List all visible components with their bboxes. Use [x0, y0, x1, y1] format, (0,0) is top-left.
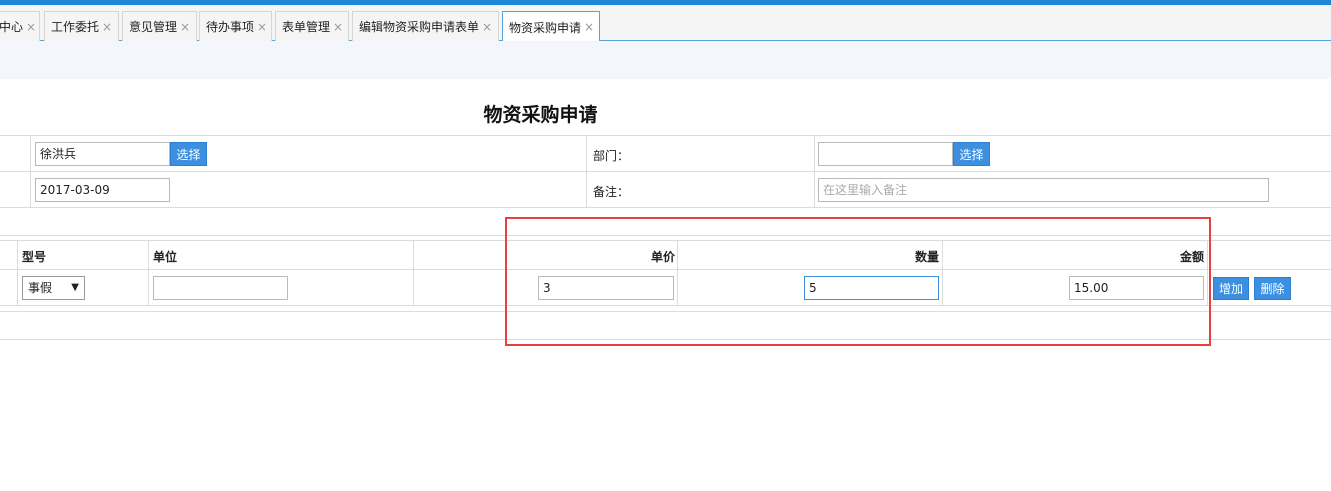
tab-form-management[interactable]: 表单管理 × [275, 11, 349, 41]
column-header-model: 型号 [22, 250, 47, 264]
column-header-unit: 单位 [153, 250, 178, 264]
tab-center[interactable]: 中心 × [0, 11, 40, 41]
tab-label: 中心 [0, 20, 24, 34]
unit-input[interactable] [153, 276, 288, 300]
add-row-button[interactable]: 增加 [1213, 277, 1249, 300]
department-label: 部门： [593, 149, 630, 163]
divider [0, 207, 1331, 208]
model-select-value: 事假 [28, 281, 53, 295]
model-select[interactable]: 事假 ▼ [22, 276, 85, 300]
applicant-field[interactable]: 徐洪兵 [35, 142, 170, 166]
tab-purchase-request[interactable]: 物资采购申请 × [502, 11, 600, 42]
toolbar-strip [0, 41, 1331, 79]
close-icon[interactable]: × [26, 20, 36, 34]
tab-label: 工作委托 [51, 20, 100, 34]
remark-label: 备注： [593, 185, 630, 199]
close-icon[interactable]: × [102, 20, 112, 34]
divider [148, 240, 149, 305]
department-field[interactable] [818, 142, 953, 166]
tab-edit-purchase-form[interactable]: 编辑物资采购申请表单 × [352, 11, 499, 41]
page-title: 物资采购申请 [483, 104, 598, 126]
tab-label: 意见管理 [129, 20, 178, 34]
tab-opinion-management[interactable]: 意见管理 × [122, 11, 197, 41]
tab-label: 表单管理 [282, 20, 331, 34]
divider [0, 135, 1331, 136]
close-icon[interactable]: × [584, 20, 594, 34]
tab-label: 待办事项 [206, 20, 255, 34]
divider [814, 135, 815, 207]
close-icon[interactable]: × [333, 20, 343, 34]
divider [0, 171, 1331, 172]
tab-bar: 中心 × 工作委托 × 意见管理 × 待办事项 × 表单管理 × 编辑物资采购申请表单 × … [0, 5, 1331, 42]
date-field[interactable]: 2017-03-09 [35, 178, 170, 202]
close-icon[interactable]: × [257, 20, 267, 34]
tab-work-delegation[interactable]: 工作委托 × [44, 11, 119, 41]
tab-label: 物资采购申请 [509, 20, 582, 35]
highlight-annotation-box [505, 217, 1211, 346]
delete-row-button[interactable]: 删除 [1254, 277, 1291, 300]
select-department-button[interactable]: 选择 [953, 142, 990, 166]
close-icon[interactable]: × [482, 20, 492, 34]
divider [413, 240, 414, 305]
select-applicant-button[interactable]: 选择 [170, 142, 207, 166]
remark-input[interactable]: 在这里输入备注 [818, 178, 1269, 202]
dropdown-arrow-icon: ▼ [71, 282, 79, 293]
tab-label: 编辑物资采购申请表单 [359, 20, 480, 34]
close-icon[interactable]: × [180, 20, 190, 34]
tab-todo[interactable]: 待办事项 × [199, 11, 272, 41]
divider [586, 135, 587, 207]
divider [17, 240, 18, 305]
divider [30, 135, 31, 207]
